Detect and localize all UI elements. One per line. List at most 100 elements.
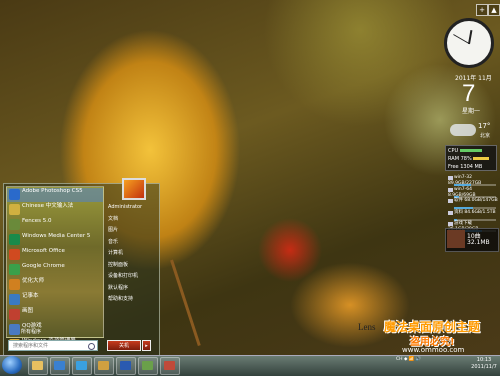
program-item[interactable]: Microsoft Office: [7, 248, 103, 262]
office-icon: [9, 249, 20, 260]
place-computer[interactable]: 计算机: [104, 248, 159, 260]
taskbar-app-button[interactable]: [28, 357, 48, 375]
program-label: 优化大师: [22, 278, 45, 284]
place-music[interactable]: 音乐: [104, 237, 159, 249]
program-label: Google Chrome: [22, 263, 65, 269]
drive-item: 软件 68.0GB/147GB: [448, 198, 498, 209]
places-spacer: [104, 186, 159, 202]
start-orb-button[interactable]: [2, 356, 22, 374]
ram-value: 78%: [460, 156, 472, 162]
place-pictures[interactable]: 图片: [104, 225, 159, 237]
weather-temp: 17°: [478, 122, 491, 130]
program-item[interactable]: Windows Media Center 5: [7, 233, 103, 247]
album-thumbnail: [447, 230, 465, 248]
program-label: Windows Media Center 5: [22, 233, 91, 239]
explorer-icon: [32, 361, 43, 370]
photoshop-icon: [120, 361, 131, 370]
ram-bar: [473, 157, 490, 160]
search-icon: [88, 343, 95, 350]
drive-item: win7-32 89.9GB/227GB: [448, 175, 498, 186]
cpu-meter-gadget[interactable]: CPU RAM 78% Free 1304 MB: [445, 145, 497, 171]
places-pane: Administrator 文档 图片 音乐 计算机 控制面板 设备和打印机 默…: [104, 186, 159, 336]
media-size: 32.1MB: [467, 239, 490, 246]
calendar-day[interactable]: 7: [462, 80, 475, 108]
ie-icon: [76, 361, 87, 370]
ime-icon: [9, 204, 20, 215]
media-player-icon: [54, 361, 65, 370]
start-search-input[interactable]: 搜索程序和文件: [8, 340, 98, 351]
drives-gadget[interactable]: win7-32 89.9GB/227GB win7-64 8.9GB/69GB …: [448, 175, 498, 233]
folder-icon: [98, 361, 109, 370]
cloud-icon: [450, 124, 476, 136]
drive-icon: [448, 222, 453, 226]
app-icon: [142, 361, 153, 370]
system-tray[interactable]: CH ◆ 📶 🔊: [396, 357, 421, 373]
drive-label: 资料 84.6GB/1.5TB: [454, 209, 496, 215]
place-help[interactable]: 帮助和支持: [104, 294, 159, 306]
shutdown-options-button[interactable]: ▸: [142, 340, 151, 351]
program-label: Fences 5.0: [22, 218, 52, 224]
drive-icon: [448, 199, 453, 203]
program-item[interactable]: Chinese 中文输入法: [7, 203, 103, 217]
program-item[interactable]: Adobe Photoshop CS5: [7, 188, 103, 202]
programs-pane: Adobe Photoshop CS5 Chinese 中文输入法 Fences…: [6, 186, 107, 350]
media-center-icon: [9, 234, 20, 245]
drive-icon: [448, 176, 453, 180]
program-item[interactable]: 记事本: [7, 293, 103, 307]
brand-url: www.ommoo.com: [402, 346, 465, 354]
free-value: 1304 MB: [460, 164, 483, 170]
place-devices[interactable]: 设备和打印机: [104, 271, 159, 283]
taskbar-app-button[interactable]: [94, 357, 114, 375]
taskbar-date: 2011/11/7: [471, 364, 497, 370]
drive-item: 资料 84.6GB/1.5TB: [448, 210, 498, 221]
taskbar-clock[interactable]: 10:13 2011/11/7: [470, 357, 498, 371]
taskbar-time: 10:13: [476, 357, 492, 363]
taskbar-app-button[interactable]: [50, 357, 70, 375]
weather-location: 北京: [480, 133, 491, 139]
drive-label: 软件 68.0GB/147GB: [454, 198, 498, 203]
taskbar-app-button[interactable]: [160, 357, 180, 375]
program-item[interactable]: 优化大师: [7, 278, 103, 292]
program-label: Adobe Photoshop CS5: [22, 188, 83, 194]
all-programs-button[interactable]: 所有程序: [11, 328, 107, 335]
place-default-programs[interactable]: 默认程序: [104, 283, 159, 295]
search-placeholder: 搜索程序和文件: [13, 343, 49, 349]
program-item[interactable]: Fences 5.0: [7, 218, 103, 232]
start-menu: Adobe Photoshop CS5 Chinese 中文输入法 Fences…: [3, 178, 160, 356]
free-label: Free: [448, 164, 459, 170]
photoshop-icon: [9, 189, 20, 200]
program-item[interactable]: 画图: [7, 308, 103, 322]
taskbar-app-button[interactable]: [72, 357, 92, 375]
clock-gadget[interactable]: [444, 18, 494, 68]
place-user[interactable]: Administrator: [104, 202, 159, 214]
cpu-bar: [459, 149, 482, 152]
program-label: Microsoft Office: [22, 248, 65, 254]
clock-minute-hand: [453, 34, 470, 44]
ram-label: RAM: [448, 156, 460, 162]
taskbar-app-button[interactable]: [138, 357, 158, 375]
shutdown-button[interactable]: 关机: [107, 340, 141, 351]
drive-icon: [448, 187, 453, 192]
program-item[interactable]: Google Chrome: [7, 263, 103, 277]
app2-icon: [164, 361, 175, 370]
program-label: 记事本: [22, 293, 39, 299]
notepad-icon: [9, 294, 20, 305]
paint-icon: [9, 309, 20, 320]
place-documents[interactable]: 文档: [104, 214, 159, 226]
weather-gadget[interactable]: 17° 北京: [450, 120, 498, 142]
gadget-collapse-button[interactable]: ▲: [488, 4, 500, 16]
cpu-label: CPU: [448, 148, 459, 154]
optimizer-icon: [9, 279, 20, 290]
chrome-icon: [9, 264, 20, 275]
drive-icon: [448, 210, 453, 215]
place-control-panel[interactable]: 控制面板: [104, 260, 159, 272]
media-gadget[interactable]: 10曲 32.1MB: [445, 228, 499, 252]
brand-lens-text: Lens: [358, 322, 376, 332]
fences-icon: [9, 219, 20, 230]
program-label: 画图: [22, 308, 34, 314]
program-label: Chinese 中文输入法: [22, 203, 74, 209]
gadget-add-button[interactable]: +: [476, 4, 488, 16]
calendar-weekday: 星期一: [462, 108, 481, 115]
taskbar-app-button[interactable]: [116, 357, 136, 375]
drive-item: win7-64 8.9GB/69GB: [448, 187, 498, 198]
